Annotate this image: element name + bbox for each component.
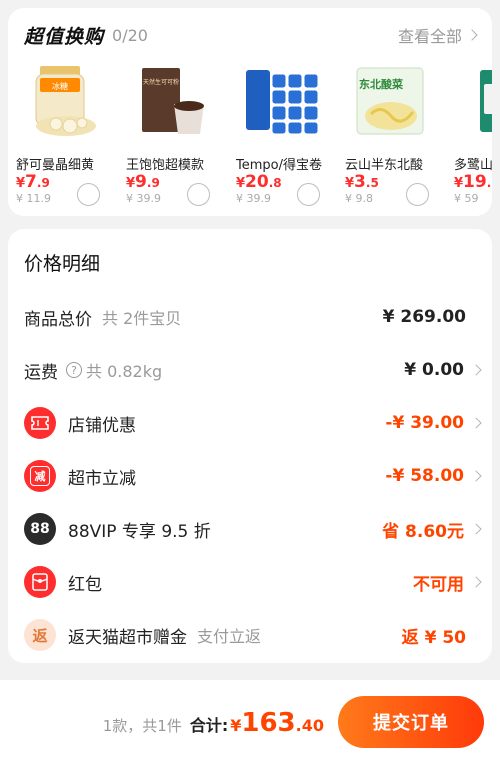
view-all-link[interactable]: 查看全部 <box>397 23 478 47</box>
exchange-product[interactable]: 天然生可可粉 王饱饱超模款 ¥9.9 ¥ 39.9 <box>118 64 222 206</box>
detail-row-shop-discount[interactable]: 店铺优惠 -¥ 39.00 <box>24 405 482 441</box>
product-image: 天然生可可粉 <box>142 68 204 134</box>
exchange-product[interactable]: 多鹭山 ¥19. ¥ 59 <box>446 64 492 205</box>
detail-row-goods-total: 商品总价 共 2件宝贝 ¥ 269.00 <box>24 299 480 335</box>
exchange-product-list[interactable]: 冰糖 舒可曼晶细黄 ¥7.9 ¥ 11.9 天然生可可粉 王饱饱超模款 ¥9.9… <box>8 64 492 214</box>
product-image: 东北酸菜 <box>356 67 424 135</box>
total-currency: ¥ <box>230 716 242 735</box>
product-price: ¥20.8 <box>236 172 282 192</box>
product-price: ¥9.9 <box>126 172 160 192</box>
product-name: Tempo/得宝卷 <box>236 158 322 173</box>
total-amount: 163 <box>241 708 296 738</box>
vip-88-icon: 88 <box>24 513 56 545</box>
product-image: 冰糖 <box>35 66 96 136</box>
row-value: 返 ¥ 50 <box>401 627 466 648</box>
row-value: ¥ 0.00 <box>404 360 464 380</box>
view-all-label: 查看全部 <box>397 27 462 46</box>
exchange-header: 超值换购 0/20 查看全部 <box>24 22 478 48</box>
product-original-price: ¥ 39.9 <box>126 192 161 205</box>
help-icon[interactable]: ? <box>66 362 82 378</box>
detail-row-cashback: 返 返天猫超市赠金 支付立返 返 ¥ 50 <box>24 617 480 653</box>
checkout-bar: 1款，共1件 合计: ¥ 163 .40 提交订单 <box>0 680 500 765</box>
row-label: 运费 <box>24 362 58 383</box>
row-label: 红包 <box>68 574 102 595</box>
product-price: ¥19. <box>454 172 492 192</box>
product-select-checkbox[interactable] <box>297 183 320 206</box>
product-original-price: ¥ 9.8 <box>345 192 373 205</box>
row-label: 商品总价 <box>24 309 92 330</box>
row-sub: 共 2件宝贝 <box>102 309 182 328</box>
red-packet-icon <box>24 566 56 598</box>
product-select-checkbox[interactable] <box>77 183 100 206</box>
product-select-checkbox[interactable] <box>406 183 429 206</box>
box-label: 天然生可可粉 <box>143 78 179 86</box>
chevron-right-icon <box>470 364 482 376</box>
row-value: ¥ 269.00 <box>382 307 466 327</box>
item-count: 1款，共1件 <box>102 717 182 735</box>
row-value: -¥ 39.00 <box>385 413 464 433</box>
row-value: -¥ 58.00 <box>385 466 464 486</box>
exchange-product[interactable]: Tempo/得宝卷 ¥20.8 ¥ 39.9 <box>228 64 332 206</box>
jar-label: 冰糖 <box>52 81 68 91</box>
product-name: 王饱饱超模款 <box>126 158 205 173</box>
discount-icon: 减 <box>24 460 56 492</box>
total-amount-decimal: .40 <box>295 716 324 735</box>
detail-row-88vip[interactable]: 88 88VIP 专享 9.5 折 省 8.60元 <box>24 511 482 547</box>
row-sub: 支付立返 <box>197 627 262 646</box>
total-label: 合计: <box>189 716 229 735</box>
product-price: ¥7.9 <box>16 172 50 192</box>
exchange-product[interactable]: 冰糖 舒可曼晶细黄 ¥7.9 ¥ 11.9 <box>8 64 112 206</box>
chevron-right-icon <box>470 417 482 429</box>
detail-row-red-packet[interactable]: 红包 不可用 <box>24 564 482 600</box>
price-detail-title: 价格明细 <box>24 253 101 275</box>
chevron-right-icon <box>470 576 482 588</box>
sauerkraut-label: 东北酸菜 <box>359 77 404 91</box>
exchange-count: 0/20 <box>112 25 148 45</box>
detail-row-market-cut[interactable]: 减 超市立减 -¥ 58.00 <box>24 458 482 494</box>
submit-order-button[interactable]: 提交订单 <box>338 696 484 748</box>
row-label: 返天猫超市赠金 <box>68 627 187 648</box>
row-sub: 共 0.82kg <box>86 362 163 381</box>
order-summary: 1款，共1件 合计: ¥ 163 .40 <box>103 708 324 738</box>
row-label: 店铺优惠 <box>68 415 136 436</box>
product-image <box>480 70 492 132</box>
product-name: 多鹭山 <box>454 158 492 173</box>
chevron-right-icon <box>470 523 482 535</box>
product-name: 舒可曼晶细黄 <box>16 158 95 173</box>
row-value: 省 8.60元 <box>382 521 464 542</box>
price-detail-card: 价格明细 商品总价 共 2件宝贝 ¥ 269.00 运费 ? 共 0.82kg … <box>8 229 492 663</box>
product-image <box>246 70 319 135</box>
exchange-title: 超值换购 <box>24 25 105 48</box>
row-value: 不可用 <box>413 574 464 595</box>
product-select-checkbox[interactable] <box>187 183 210 206</box>
chevron-right-icon <box>466 29 478 41</box>
product-original-price: ¥ 11.9 <box>16 192 51 205</box>
detail-row-shipping[interactable]: 运费 ? 共 0.82kg ¥ 0.00 <box>24 352 482 388</box>
row-label: 88VIP 专享 9.5 折 <box>68 521 211 542</box>
product-original-price: ¥ 39.9 <box>236 192 271 205</box>
coupon-icon <box>24 407 56 439</box>
cashback-icon: 返 <box>24 619 56 651</box>
product-price: ¥3.5 <box>345 172 379 192</box>
product-original-price: ¥ 59 <box>454 192 479 205</box>
product-name: 云山半东北酸 <box>345 158 424 173</box>
row-label: 超市立减 <box>68 468 136 489</box>
chevron-right-icon <box>470 470 482 482</box>
exchange-card: 超值换购 0/20 查看全部 冰糖 舒可曼晶细黄 ¥7.9 ¥ 11.9 天然生… <box>8 8 492 216</box>
exchange-product[interactable]: 东北酸菜 云山半东北酸 ¥3.5 ¥ 9.8 <box>337 64 441 206</box>
